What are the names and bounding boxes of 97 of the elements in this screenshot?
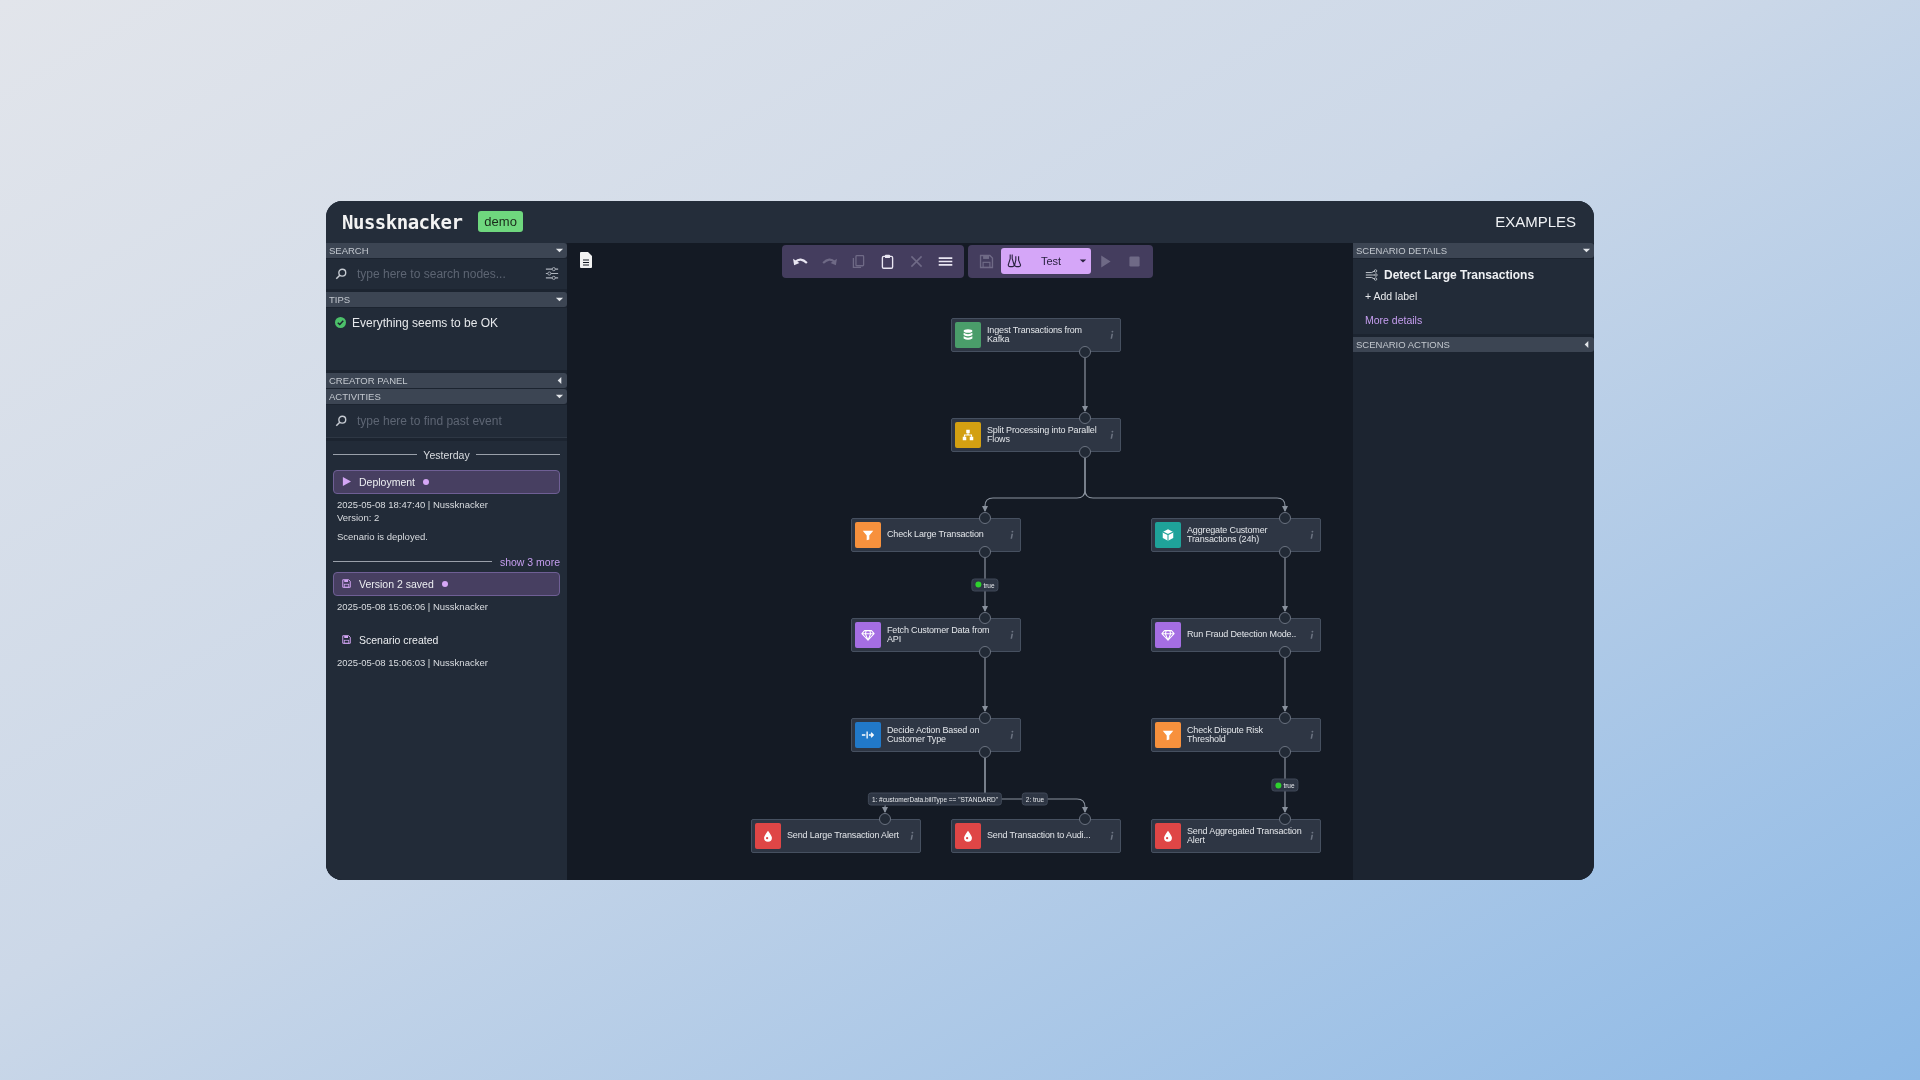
info-icon[interactable] [1109, 829, 1114, 842]
node-label: Send Transaction to Audi... [987, 831, 1092, 840]
info-icon[interactable] [1109, 328, 1114, 341]
environment-badge: demo [478, 211, 523, 232]
activity-version: Version: 2 [336, 511, 381, 523]
app-logo[interactable]: Nussknacker [342, 210, 463, 233]
flask-icon [1007, 253, 1023, 269]
droplet-icon [1161, 828, 1175, 843]
search-icon [335, 414, 347, 427]
info-icon[interactable] [1309, 829, 1314, 842]
node-label: Check Dispute Risk Threshold [1187, 725, 1264, 744]
edge-connector [1082, 356, 1088, 412]
graph-node[interactable]: Check Large Transaction [851, 517, 1021, 552]
graph-node[interactable]: Run Fraud Detection Mode.. [1151, 617, 1321, 652]
true-dot-icon [1275, 782, 1282, 788]
input-port[interactable] [1279, 812, 1291, 825]
activity-meta: 2025-05-08 15:06:06 | Nussknacker [336, 600, 489, 612]
status-dot [441, 580, 448, 587]
node-label: Split Processing into Parallel Flows [987, 425, 1098, 444]
input-port[interactable] [979, 511, 991, 524]
database-icon [961, 327, 975, 342]
search-input[interactable]: type here to find past event [355, 412, 559, 429]
activity-item[interactable]: Scenario created [333, 627, 560, 652]
input-port[interactable] [879, 812, 891, 825]
scenario-name: Detect Large Transactions [1384, 267, 1535, 282]
info-icon[interactable] [1309, 728, 1314, 741]
caret-icon[interactable] [1582, 339, 1591, 349]
activity-item[interactable]: Deployment [333, 469, 560, 494]
info-icon[interactable] [1309, 628, 1314, 641]
more-details-link[interactable]: More details [1365, 313, 1582, 326]
node-label: Send Large Transaction Alert [787, 831, 900, 840]
node-label: Ingest Transactions from Kafka [987, 325, 1083, 344]
section-header[interactable]: TIPS [326, 291, 567, 307]
info-icon[interactable] [1309, 528, 1314, 541]
droplet-icon [761, 828, 775, 843]
search-input[interactable]: type here to search nodes... [355, 265, 537, 282]
activity-meta: 2025-05-08 18:47:40 | Nussknacker [336, 498, 489, 510]
show-more-link[interactable]: show 3 more [499, 555, 560, 568]
gem-icon [861, 627, 875, 642]
graph-node[interactable]: Split Processing into Parallel Flows [951, 417, 1121, 452]
filter-sliders-icon[interactable] [545, 267, 559, 280]
edge-connector [1282, 556, 1288, 612]
graph-node[interactable]: Aggregate Customer Transactions (24h) [1151, 517, 1321, 552]
input-port[interactable] [979, 611, 991, 624]
section-header[interactable]: CREATOR PANEL [326, 372, 567, 388]
graph-node[interactable]: Send Large Transaction Alert [751, 818, 921, 853]
activity-comment: Scenario is deployed. [336, 530, 429, 542]
input-port[interactable] [1279, 611, 1291, 624]
date-separator: Yesterday [423, 448, 470, 461]
search-icon [335, 267, 347, 280]
activity-item[interactable]: Version 2 saved [333, 571, 560, 596]
document-icon[interactable] [580, 251, 592, 268]
gem-icon [1161, 627, 1175, 642]
copy-icon [850, 252, 867, 270]
graph-node[interactable]: Send Aggregated Transaction Alert [1151, 818, 1321, 853]
true-dot-icon [975, 581, 982, 588]
node-label: Send Aggregated Transaction Alert [1187, 826, 1303, 845]
graph-node[interactable]: Decide Action Based on Customer Type [851, 717, 1021, 752]
examples-link[interactable]: EXAMPLES [1495, 213, 1576, 230]
clipboard-icon [879, 252, 896, 270]
input-port[interactable] [1279, 511, 1291, 524]
info-icon[interactable] [1009, 528, 1014, 541]
input-port[interactable] [1279, 711, 1291, 724]
add-label-link[interactable]: + Add label [1365, 289, 1582, 302]
graph-node[interactable]: Ingest Transactions from Kafka [951, 317, 1121, 352]
section-header[interactable]: SCENARIO ACTIONS [1353, 336, 1594, 352]
search-field[interactable]: type here to search nodes... [326, 258, 567, 289]
edge-connector [982, 656, 988, 712]
info-icon[interactable] [1109, 428, 1114, 441]
input-port[interactable] [979, 711, 991, 724]
hierarchy-icon [961, 427, 975, 442]
info-icon[interactable] [909, 829, 914, 842]
activity-meta: 2025-05-08 15:06:03 | Nussknacker [336, 656, 489, 668]
graph-node[interactable]: Check Dispute Risk Threshold [1151, 717, 1321, 752]
graph-node[interactable]: Fetch Customer Data from API [851, 617, 1021, 652]
input-port[interactable] [1079, 812, 1091, 825]
status-dot [423, 478, 430, 485]
graph-node[interactable]: Send Transaction to Audi... [951, 818, 1121, 853]
info-icon[interactable] [1009, 728, 1014, 741]
test-button[interactable]: Test [1001, 248, 1091, 274]
edge-connector [1282, 656, 1288, 712]
droplet-icon [961, 828, 975, 843]
node-label: Decide Action Based on Customer Type [887, 725, 981, 744]
scenario-icon [1365, 268, 1378, 281]
play-icon [342, 477, 351, 486]
section-header[interactable]: ACTIVITIES [326, 388, 567, 404]
input-port[interactable] [1079, 411, 1091, 424]
info-icon[interactable] [1009, 628, 1014, 641]
tip-message: Everything seems to be OK [352, 315, 499, 330]
check-circle-icon [335, 316, 346, 328]
node-label: Run Fraud Detection Mode.. [1187, 630, 1298, 639]
cube-icon [1161, 527, 1175, 542]
node-label: Fetch Customer Data from API [887, 625, 991, 644]
search-field[interactable]: type here to find past event [326, 404, 567, 438]
caret-icon[interactable] [1079, 257, 1087, 265]
node-label: Check Large Transaction [887, 530, 985, 539]
node-label: Aggregate Customer Transactions (24h) [1187, 525, 1269, 544]
